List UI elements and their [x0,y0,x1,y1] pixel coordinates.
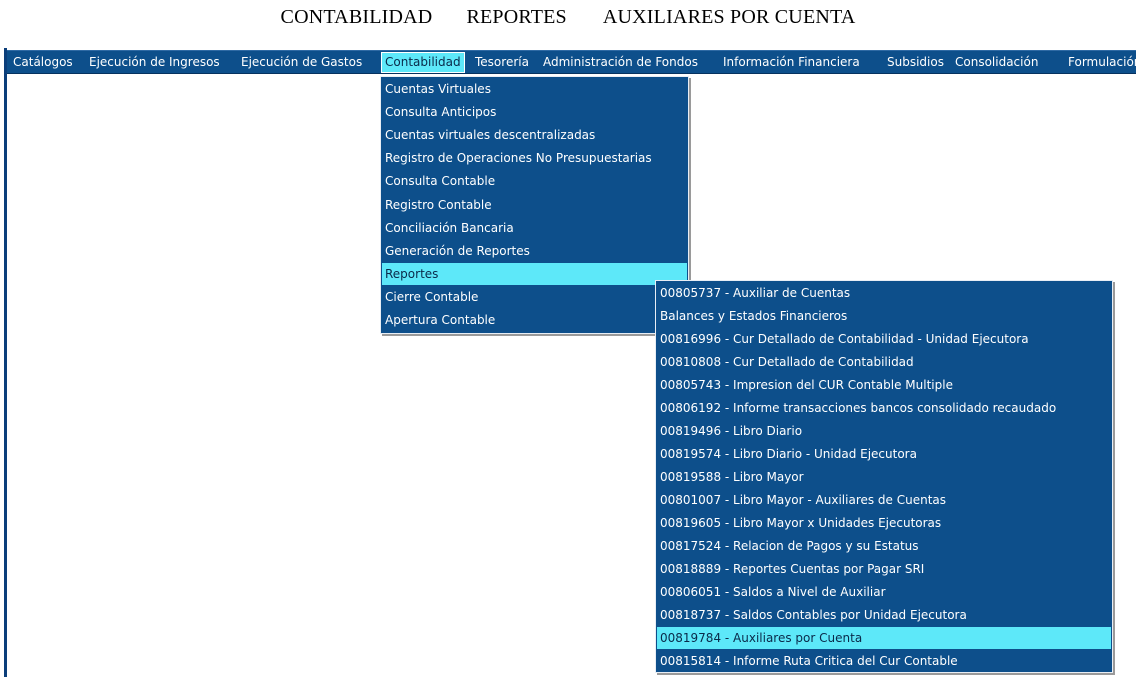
menu-item-consulta-contable[interactable]: Consulta Contable [382,170,687,192]
submenu-item-00817524-relacion-de-pagos-y-su-estatus[interactable]: 00817524 - Relacion de Pagos y su Estatu… [657,535,1111,557]
menubar-item-informacion-financiera[interactable]: Información Financiera [720,53,863,72]
menubar-item-consolidacion[interactable]: Consolidación [952,53,1041,72]
menu-item-generacion-de-reportes[interactable]: Generación de Reportes [382,240,687,262]
contabilidad-dropdown-menu: Cuentas Virtuales Consulta Anticipos Cuent… [380,76,689,334]
submenu-item-00806192-informe-transacciones-bancos-consolidado-recaudado[interactable]: 00806192 - Informe transacciones bancos … [657,397,1111,419]
menu-item-conciliacion-bancaria[interactable]: Conciliación Bancaria [382,217,687,239]
submenu-item-00818889-reportes-cuentas-por-pagar-sri[interactable]: 00818889 - Reportes Cuentas por Pagar SR… [657,558,1111,580]
submenu-item-00805743-impresion-del-cur-contable-multiple[interactable]: 00805743 - Impresion del CUR Contable Mu… [657,374,1111,396]
menu-item-cierre-contable[interactable]: Cierre Contable [382,286,687,308]
menubar-item-administracion-de-fondos[interactable]: Administración de Fondos [540,53,701,72]
page: CONTABILIDAD REPORTES AUXILIARES POR CUENT… [0,0,1136,677]
menubar-item-catalogos[interactable]: Catálogos [10,53,76,72]
menubar-item-ejecucion-de-ingresos[interactable]: Ejecución de Ingresos [86,53,223,72]
submenu-item-00819574-libro-diario-unidad-ejecutora[interactable]: 00819574 - Libro Diario - Unidad Ejecuto… [657,443,1111,465]
submenu-item-00819784-auxiliares-por-cuenta[interactable]: 00819784 - Auxiliares por Cuenta [657,627,1111,649]
reportes-submenu: 00805737 - Auxiliar de Cuentas Balances y… [655,280,1113,673]
menu-item-registro-de-operaciones-no-presupuestarias[interactable]: Registro de Operaciones No Presupuestari… [382,147,687,169]
submenu-item-00805737-auxiliar-de-cuentas[interactable]: 00805737 - Auxiliar de Cuentas [657,282,1111,304]
menubar-item-formulacion[interactable]: Formulación [1065,53,1136,72]
breadcrumb: CONTABILIDAD REPORTES AUXILIARES POR CUENT… [0,6,1136,29]
breadcrumb-reportes: REPORTES [466,6,567,28]
menubar-item-tesoreria[interactable]: Tesorería [472,53,532,72]
main-menubar: Catálogos Ejecución de Ingresos Ejecución … [7,50,1136,74]
menu-item-cuentas-virtuales[interactable]: Cuentas Virtuales [382,78,687,100]
menubar-item-subsidios[interactable]: Subsidios [884,53,947,72]
submenu-item-00819496-libro-diario[interactable]: 00819496 - Libro Diario [657,420,1111,442]
submenu-item-balances-y-estados-financieros[interactable]: Balances y Estados Financieros [657,305,1111,327]
submenu-item-00818737-saldos-contables-por-unidad-ejecutora[interactable]: 00818737 - Saldos Contables por Unidad E… [657,604,1111,626]
breadcrumb-contabilidad: CONTABILIDAD [280,6,433,28]
submenu-item-00816996-cur-detallado-de-contabilidad-unidad-ejecutora[interactable]: 00816996 - Cur Detallado de Contabilidad… [657,328,1111,350]
submenu-item-00819588-libro-mayor[interactable]: 00819588 - Libro Mayor [657,466,1111,488]
content-frame-border [4,48,7,677]
menu-item-reportes[interactable]: Reportes [382,262,687,285]
menu-item-consulta-anticipos[interactable]: Consulta Anticipos [382,101,687,123]
menubar-item-ejecucion-de-gastos[interactable]: Ejecución de Gastos [238,53,365,72]
breadcrumb-auxiliares-por-cuenta: AUXILIARES POR CUENTA [602,6,856,28]
submenu-item-00815814-informe-ruta-critica-del-cur-contable[interactable]: 00815814 - Informe Ruta Critica del Cur … [657,650,1111,672]
menu-item-registro-contable[interactable]: Registro Contable [382,194,687,216]
menu-item-cuentas-virtuales-descentralizadas[interactable]: Cuentas virtuales descentralizadas [382,124,687,146]
submenu-item-00801007-libro-mayor-auxiliares-de-cuentas[interactable]: 00801007 - Libro Mayor - Auxiliares de C… [657,489,1111,511]
submenu-item-00806051-saldos-a-nivel-de-auxiliar[interactable]: 00806051 - Saldos a Nivel de Auxiliar [657,581,1111,603]
menu-item-apertura-contable[interactable]: Apertura Contable [382,309,687,331]
menubar-item-contabilidad[interactable]: Contabilidad [381,52,465,73]
submenu-item-00819605-libro-mayor-x-unidades-ejecutoras[interactable]: 00819605 - Libro Mayor x Unidades Ejecut… [657,512,1111,534]
submenu-item-00810808-cur-detallado-de-contabilidad[interactable]: 00810808 - Cur Detallado de Contabilidad [657,351,1111,373]
